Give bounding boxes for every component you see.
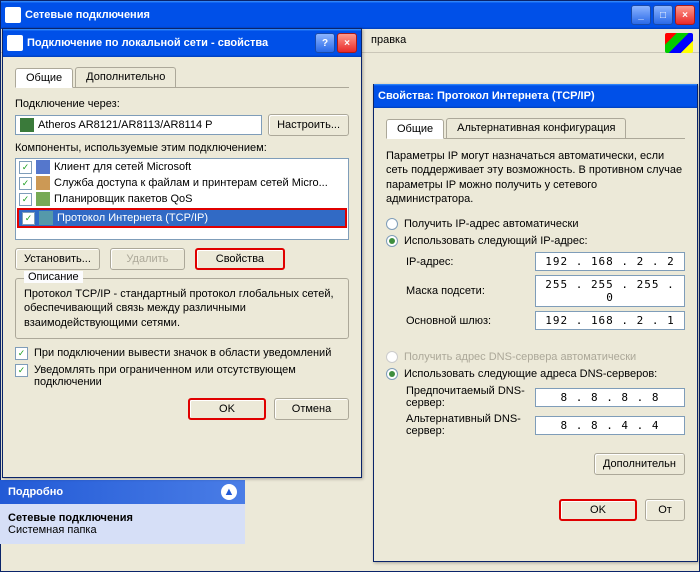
service-icon <box>36 176 50 190</box>
components-label: Компоненты, используемые этим подключени… <box>15 142 349 154</box>
show-icon-checkbox-row[interactable]: При подключении вывести значок в области… <box>15 347 349 360</box>
task-pane: Подробно ▲ Сетевые подключения Системная… <box>0 480 245 544</box>
task-sub: Системная папка <box>8 524 237 536</box>
titlebar-back: Сетевые подключения _ □ × <box>1 1 699 29</box>
radio-dns-auto: Получить адрес DNS-сервера автоматически <box>386 351 685 363</box>
tab-advanced[interactable]: Дополнительно <box>75 67 176 87</box>
maximize-button[interactable]: □ <box>653 5 673 25</box>
uninstall-button: Удалить <box>110 248 185 270</box>
connection-icon <box>7 35 23 51</box>
tcpip-properties-window: Свойства: Протокол Интернета (TCP/IP) Об… <box>373 84 698 562</box>
mask-input[interactable]: 255 . 255 . 255 . 0 <box>535 275 685 307</box>
task-title: Сетевые подключения <box>8 512 237 524</box>
task-pane-header[interactable]: Подробно ▲ <box>0 480 245 504</box>
titlebar-tcpip: Свойства: Протокол Интернета (TCP/IP) <box>374 84 697 108</box>
group-label: Описание <box>24 271 83 283</box>
window-title: Сетевые подключения <box>25 9 631 21</box>
client-icon <box>36 160 50 174</box>
description-group: Описание Протокол TCP/IP - стандартный п… <box>15 278 349 339</box>
mask-label: Маска подсети: <box>406 285 535 297</box>
tab-general[interactable]: Общие <box>15 68 73 88</box>
radio-icon <box>386 368 398 380</box>
ip-input[interactable]: 192 . 168 . 2 . 2 <box>535 252 685 271</box>
checkbox[interactable] <box>22 212 35 225</box>
dns1-label: Предпочитаемый DNS-сервер: <box>406 385 535 409</box>
tab-general[interactable]: Общие <box>386 119 444 139</box>
components-list[interactable]: Клиент для сетей Microsoft Служба доступ… <box>15 158 349 240</box>
checkbox[interactable] <box>19 177 32 190</box>
gateway-input[interactable]: 192 . 168 . 2 . 1 <box>535 311 685 330</box>
configure-button[interactable]: Настроить... <box>268 114 349 136</box>
cancel-button[interactable]: От <box>645 499 685 521</box>
dns2-label: Альтернативный DNS-сервер: <box>406 413 535 437</box>
help-button[interactable]: ? <box>315 33 335 53</box>
list-item[interactable]: Планировщик пакетов QoS <box>16 191 348 207</box>
radio-dns-manual[interactable]: Использовать следующие адреса DNS-сервер… <box>386 368 685 380</box>
minimize-button[interactable]: _ <box>631 5 651 25</box>
xp-flag-icon <box>665 33 693 53</box>
dns2-input[interactable]: 8 . 8 . 4 . 4 <box>535 416 685 435</box>
ok-button[interactable]: OK <box>188 398 266 420</box>
close-button[interactable]: × <box>337 33 357 53</box>
adapter-field: Atheros AR8121/AR8113/AR8114 P <box>15 115 262 135</box>
list-item[interactable]: Клиент для сетей Microsoft <box>16 159 348 175</box>
radio-ip-auto[interactable]: Получить IP-адрес автоматически <box>386 218 685 230</box>
cancel-button[interactable]: Отмена <box>274 398 349 420</box>
titlebar-lan: Подключение по локальной сети - свойства… <box>3 29 361 57</box>
list-item[interactable]: Служба доступа к файлам и принтерам сете… <box>16 175 348 191</box>
checkbox[interactable] <box>15 364 28 377</box>
lan-properties-window: Подключение по локальной сети - свойства… <box>2 28 362 478</box>
checkbox[interactable] <box>19 193 32 206</box>
connect-using-label: Подключение через: <box>15 98 349 110</box>
qos-icon <box>36 192 50 206</box>
intro-text: Параметры IP могут назначаться автоматич… <box>386 149 685 206</box>
protocol-icon <box>39 211 53 225</box>
close-button[interactable]: × <box>675 5 695 25</box>
ok-button[interactable]: OK <box>559 499 637 521</box>
radio-icon <box>386 351 398 363</box>
notify-checkbox-row[interactable]: Уведомлять при ограниченном или отсутств… <box>15 364 349 388</box>
menu-item-edit[interactable]: правка <box>371 34 406 46</box>
list-item-tcpip[interactable]: Протокол Интернета (TCP/IP) <box>17 208 347 228</box>
checkbox[interactable] <box>15 347 28 360</box>
gateway-label: Основной шлюз: <box>406 315 535 327</box>
window-title: Подключение по локальной сети - свойства <box>27 37 315 49</box>
expand-icon[interactable]: ▲ <box>221 484 237 500</box>
dns1-input[interactable]: 8 . 8 . 8 . 8 <box>535 388 685 407</box>
checkbox[interactable] <box>19 161 32 174</box>
install-button[interactable]: Установить... <box>15 248 100 270</box>
advanced-button[interactable]: Дополнительн <box>594 453 685 475</box>
window-title: Свойства: Протокол Интернета (TCP/IP) <box>378 90 693 102</box>
tabs: Общие Альтернативная конфигурация <box>386 118 685 139</box>
ip-label: IP-адрес: <box>406 256 535 268</box>
radio-ip-manual[interactable]: Использовать следующий IP-адрес: <box>386 235 685 247</box>
description-text: Протокол TCP/IP - стандартный протокол г… <box>24 287 340 330</box>
radio-icon <box>386 218 398 230</box>
tab-altconfig[interactable]: Альтернативная конфигурация <box>446 118 626 138</box>
properties-button[interactable]: Свойства <box>195 248 285 270</box>
network-icon <box>5 7 21 23</box>
radio-icon <box>386 235 398 247</box>
tabs: Общие Дополнительно <box>15 67 349 88</box>
adapter-icon <box>20 118 34 132</box>
